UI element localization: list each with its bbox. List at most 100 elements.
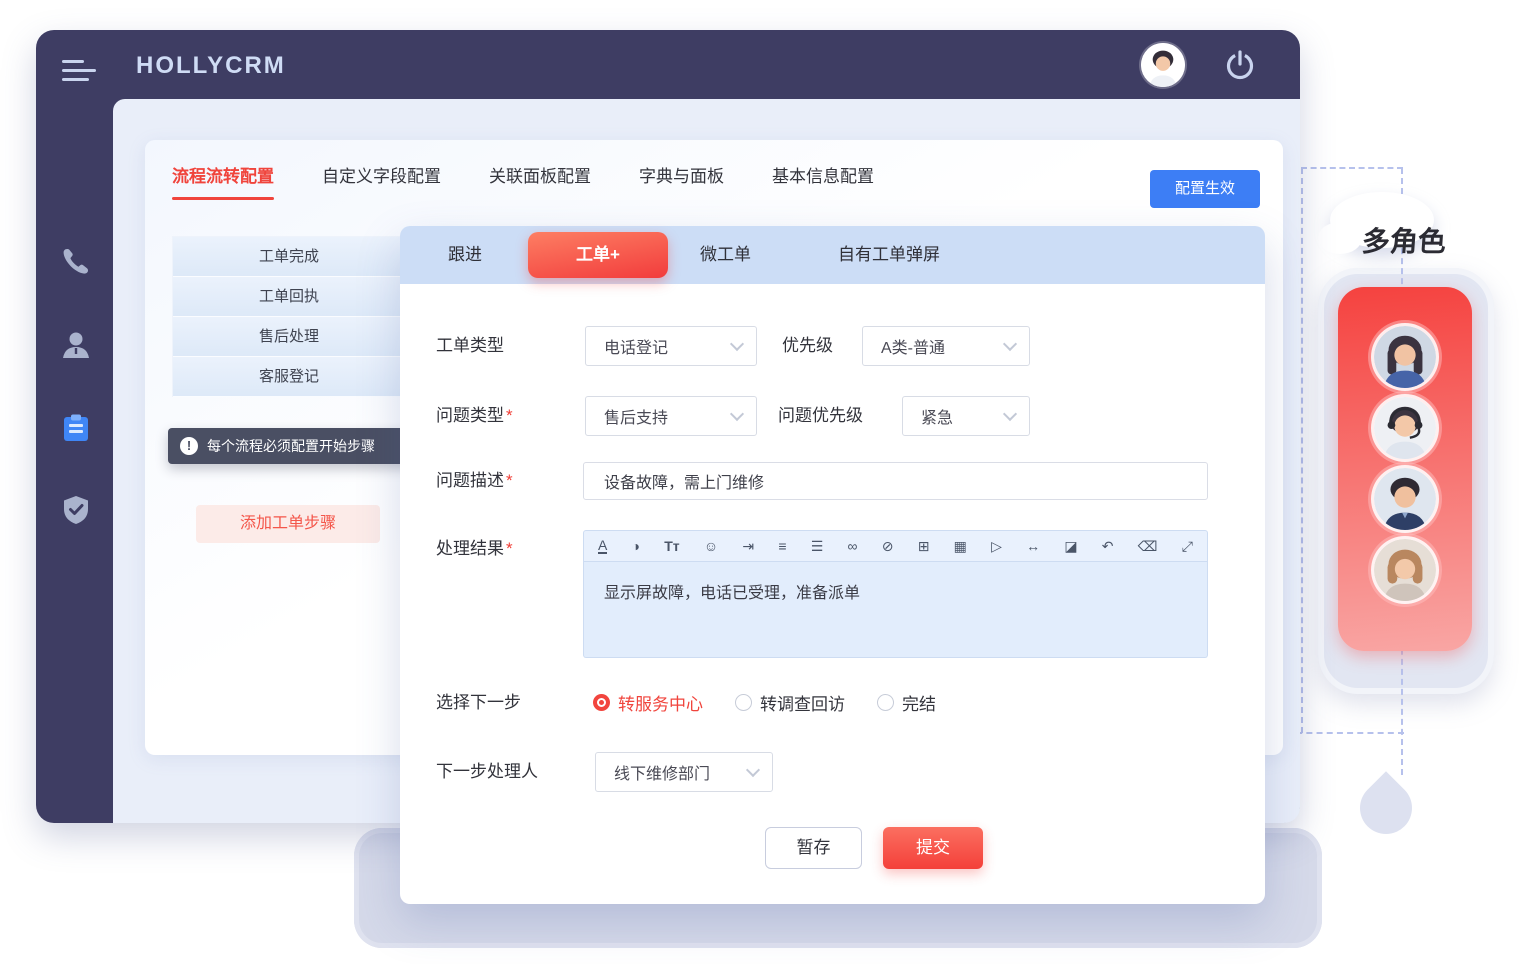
chevron-down-icon	[730, 407, 744, 421]
remove-link-icon[interactable]: ⊘	[882, 539, 894, 553]
user-avatar[interactable]	[1141, 43, 1185, 87]
ticket-modal: 跟进 工单+ 微工单 自有工单弹屏 工单类型 电话登记 优先级 A类-普通 问题…	[400, 226, 1265, 904]
phone-icon[interactable]	[60, 246, 92, 278]
workflow-step-list: 工单完成 工单回执 售后处理 客服登记	[172, 236, 406, 397]
avatar	[1374, 326, 1436, 388]
avatar	[1374, 468, 1436, 530]
next-step-label: 选择下一步	[436, 692, 521, 714]
radio-icon	[735, 694, 752, 711]
issue-type-value: 售后支持	[604, 404, 668, 428]
cloud-decoration	[1318, 222, 1362, 254]
issue-desc-input[interactable]	[583, 462, 1208, 500]
radio-label: 转调查回访	[760, 690, 845, 715]
save-draft-button[interactable]: 暂存	[765, 827, 862, 869]
radio-selected-icon	[593, 694, 610, 711]
issue-type-label: 问题类型*	[436, 396, 513, 436]
list-icon[interactable]: ☰	[811, 539, 824, 553]
image-icon[interactable]: ▦	[954, 539, 967, 553]
priority-select[interactable]: A类-普通	[862, 326, 1030, 366]
editor-content[interactable]: 显示屏故障，电话已受理，准备派单	[583, 562, 1208, 658]
chevron-down-icon	[1003, 337, 1017, 351]
undo-icon[interactable]: ↶	[1102, 539, 1114, 553]
delete-icon[interactable]: ⌫	[1138, 539, 1158, 553]
tab-ticket-plus[interactable]: 工单+	[528, 232, 668, 278]
shield-check-icon[interactable]	[60, 494, 92, 526]
radio-icon	[877, 694, 894, 711]
indent-icon[interactable]: ⇥	[742, 539, 754, 553]
issue-priority-select[interactable]: 紧急	[902, 396, 1030, 436]
chevron-down-icon	[730, 337, 744, 351]
radio-label: 完结	[902, 690, 936, 715]
chevron-down-icon	[746, 763, 760, 777]
tab-follow-up[interactable]: 跟进	[448, 226, 482, 284]
roles-panel	[1338, 287, 1472, 651]
priority-label: 优先级	[782, 326, 833, 366]
exclamation-icon: !	[180, 437, 198, 455]
issue-desc-label: 问题描述*	[436, 462, 513, 500]
list-item[interactable]: 工单完成	[173, 237, 405, 277]
next-handler-label: 下一步处理人	[436, 752, 538, 792]
dashed-guide-horizontal-bottom	[1286, 732, 1404, 734]
dashed-guide-horizontal-top	[1301, 167, 1403, 169]
tab-linked-panel-config[interactable]: 关联面板配置	[489, 162, 591, 200]
issue-priority-value: 紧急	[921, 404, 953, 428]
result-label: 处理结果*	[436, 534, 513, 559]
eraser-icon[interactable]: ◪	[1064, 539, 1077, 553]
power-icon[interactable]	[1222, 47, 1258, 83]
required-asterisk: *	[506, 406, 513, 425]
tab-process-flow-config[interactable]: 流程流转配置	[172, 162, 274, 200]
radio-transfer-service-center[interactable]: 转服务中心	[593, 690, 703, 715]
radio-transfer-survey-callback[interactable]: 转调查回访	[735, 690, 845, 715]
radio-label: 转服务中心	[618, 690, 703, 715]
required-asterisk: *	[506, 471, 513, 490]
next-handler-select[interactable]: 线下维修部门	[595, 752, 773, 792]
align-icon[interactable]: ≡	[778, 539, 786, 553]
add-step-button[interactable]: 添加工单步骤	[196, 505, 380, 543]
user-icon[interactable]	[60, 329, 92, 361]
chevron-down-icon	[1003, 407, 1017, 421]
divider-icon[interactable]: ↔	[1026, 539, 1040, 553]
modal-tab-bar: 跟进 工单+ 微工单 自有工单弹屏	[400, 226, 1265, 284]
roles-panel-title: 多角色	[1361, 220, 1448, 260]
fullscreen-icon[interactable]: ⤢	[1182, 539, 1193, 553]
page-tab-bar: 流程流转配置 自定义字段配置 关联面板配置 字典与面板 基本信息配置	[172, 162, 874, 200]
clipboard-icon[interactable]	[60, 412, 92, 444]
table-icon[interactable]: ⊞	[918, 539, 930, 553]
tab-own-ticket-popup[interactable]: 自有工单弹屏	[838, 226, 940, 284]
next-step-options: 转服务中心 转调查回访 完结	[593, 690, 936, 715]
emoji-icon[interactable]: ☺	[704, 539, 718, 553]
add-link-icon[interactable]: ∞	[848, 539, 858, 553]
video-icon[interactable]: ▷	[991, 539, 1002, 553]
apply-config-button[interactable]: 配置生效	[1150, 170, 1260, 208]
tab-basic-info-config[interactable]: 基本信息配置	[772, 162, 874, 200]
tab-dictionary-panel[interactable]: 字典与面板	[639, 162, 724, 200]
submit-button[interactable]: 提交	[883, 827, 983, 869]
ticket-type-value: 电话登记	[604, 334, 668, 358]
dashed-guide-vertical-left	[1301, 168, 1303, 733]
menu-icon[interactable]	[62, 60, 98, 84]
issue-type-select[interactable]: 售后支持	[585, 396, 757, 436]
radio-complete[interactable]: 完结	[877, 690, 936, 715]
ticket-type-select[interactable]: 电话登记	[585, 326, 757, 366]
avatar	[1374, 397, 1436, 459]
required-asterisk: *	[506, 539, 513, 558]
avatar	[1374, 539, 1436, 601]
screenshot-stage: 多角色 HOLLYCRM 流程流转配置 自定义字段	[0, 0, 1537, 964]
font-size-icon[interactable]: Tт	[664, 539, 679, 553]
ticket-type-label: 工单类型	[436, 326, 504, 366]
result-editor: A ◑ Tт ☺ ⇥ ≡ ☰ ∞ ⊘ ⊞ ▦ ▷ ↔ ◪ ↶ ⌫ ⤢ 显示屏故障…	[583, 530, 1208, 658]
editor-toolbar: A ◑ Tт ☺ ⇥ ≡ ☰ ∞ ⊘ ⊞ ▦ ▷ ↔ ◪ ↶ ⌫ ⤢	[583, 530, 1208, 562]
app-title: HOLLYCRM	[136, 52, 286, 80]
list-item[interactable]: 工单回执	[173, 277, 405, 317]
list-item[interactable]: 客服登记	[173, 357, 405, 397]
next-handler-value: 线下维修部门	[614, 760, 710, 784]
tab-micro-ticket[interactable]: 微工单	[700, 226, 751, 284]
list-item[interactable]: 售后处理	[173, 317, 405, 357]
warning-text: 每个流程必须配置开始步骤	[207, 436, 375, 456]
issue-priority-label: 问题优先级	[778, 396, 863, 436]
font-format-icon[interactable]: A	[598, 538, 607, 554]
drop-decoration	[1349, 771, 1423, 845]
color-palette-icon[interactable]: ◑	[632, 539, 640, 553]
tab-custom-field-config[interactable]: 自定义字段配置	[322, 162, 441, 200]
priority-value: A类-普通	[881, 334, 945, 358]
